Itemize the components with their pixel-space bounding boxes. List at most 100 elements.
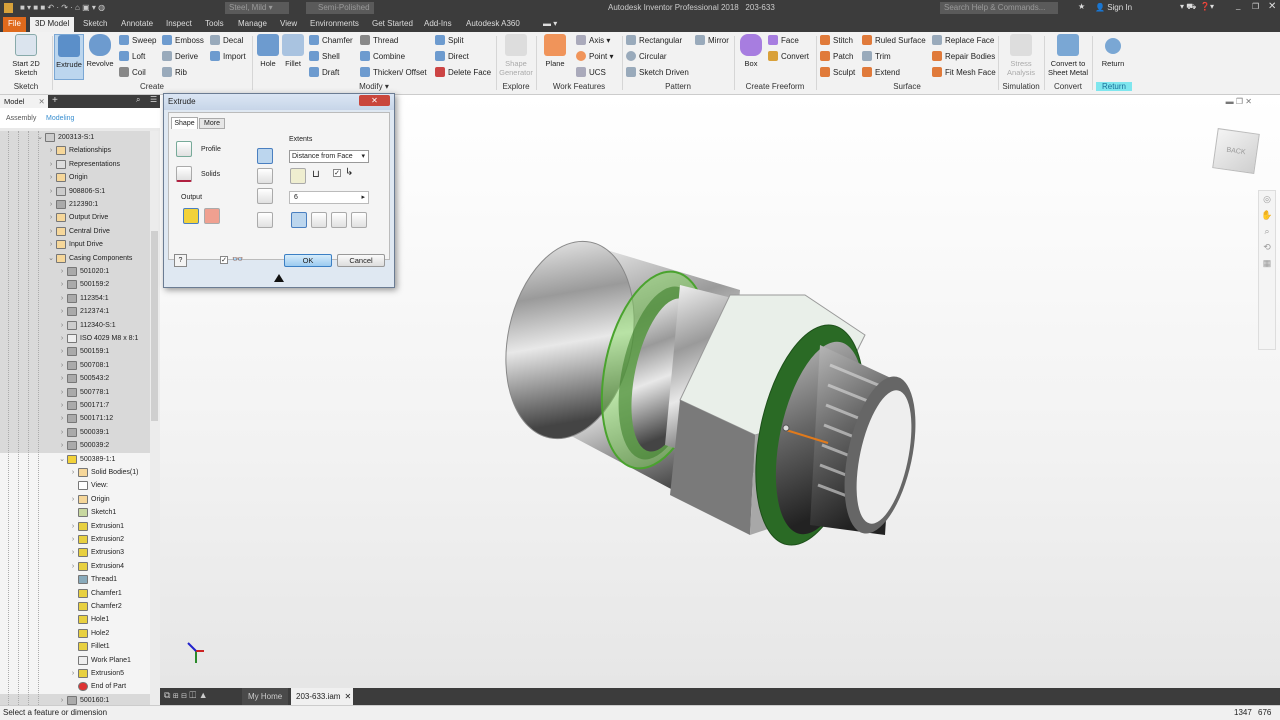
- expand-icon[interactable]: ›: [47, 171, 55, 184]
- sculpt-button[interactable]: Sculpt: [820, 67, 855, 79]
- tab-my-home[interactable]: My Home: [242, 688, 289, 705]
- sketch-driven-pattern-button[interactable]: Sketch Driven: [626, 67, 689, 79]
- hole-button[interactable]: Hole: [255, 34, 281, 68]
- orbit-icon[interactable]: ⟲: [1259, 239, 1275, 255]
- tree-item[interactable]: › 112340-S:1: [0, 318, 150, 332]
- panel-label-modify[interactable]: Modify ▾: [252, 82, 496, 91]
- expand-icon[interactable]: ›: [47, 144, 55, 157]
- coil-button[interactable]: Coil: [119, 67, 146, 79]
- draft-button[interactable]: Draft: [309, 67, 339, 79]
- expand-icon[interactable]: ›: [58, 399, 66, 412]
- tree-item[interactable]: Chamfer1: [0, 586, 150, 600]
- expand-icon[interactable]: ›: [58, 319, 66, 332]
- direction-1-button[interactable]: [291, 212, 307, 228]
- tree-item[interactable]: › Output Drive: [0, 211, 150, 225]
- tab-file[interactable]: File: [3, 17, 26, 32]
- revolve-button[interactable]: Revolve: [85, 34, 115, 68]
- expand-icon[interactable]: ›: [69, 520, 77, 533]
- dialog-close-button[interactable]: ✕: [359, 95, 390, 106]
- tree-item[interactable]: Hole2: [0, 626, 150, 641]
- solids-select-button[interactable]: [176, 166, 192, 182]
- collapse-icon[interactable]: ⌄: [58, 453, 66, 466]
- extents-select[interactable]: Distance from Face ▾: [289, 150, 369, 163]
- replace-face-button[interactable]: Replace Face: [932, 35, 994, 47]
- expand-icon[interactable]: ›: [58, 359, 66, 372]
- ok-button[interactable]: OK: [284, 254, 332, 267]
- tree-item[interactable]: › 500039:2: [0, 439, 150, 453]
- mirror-button[interactable]: Mirror: [695, 35, 729, 47]
- tree-item[interactable]: Chamfer2: [0, 600, 150, 614]
- tree-item[interactable]: End of Part: [0, 680, 150, 694]
- tab-document[interactable]: 203-633.iam ✕: [291, 688, 353, 705]
- new-solid-button[interactable]: [257, 212, 273, 228]
- expand-icon[interactable]: ›: [58, 332, 66, 345]
- appearance-select[interactable]: Semi-Polished ▾: [306, 2, 374, 24]
- add-tab-icon[interactable]: +: [52, 95, 58, 106]
- expand-icon[interactable]: ›: [58, 439, 66, 452]
- start-2d-sketch-button[interactable]: Start 2D Sketch: [4, 34, 48, 77]
- tree-item[interactable]: › 212374:1: [0, 305, 150, 319]
- distance-input[interactable]: 6 ▸: [289, 191, 369, 204]
- minimize-button[interactable]: _: [1236, 1, 1240, 10]
- tree-item[interactable]: › 500039:1: [0, 425, 150, 440]
- material-select[interactable]: Steel, Mild ▾: [225, 2, 289, 14]
- navigation-bar[interactable]: ◎ ✋ ⌕ ⟲ ▦: [1258, 190, 1276, 350]
- cut-button[interactable]: [257, 168, 273, 184]
- extend-button[interactable]: Extend: [862, 67, 900, 79]
- close-icon[interactable]: ✕: [39, 97, 45, 106]
- expand-icon[interactable]: ›: [69, 560, 77, 573]
- tab-autodesk-a360[interactable]: Autodesk A360: [461, 17, 525, 32]
- tree-item[interactable]: ⌄ Casing Components: [0, 251, 150, 265]
- tree-item[interactable]: Thread1: [0, 573, 150, 587]
- steering-wheel-icon[interactable]: ◎: [1259, 191, 1275, 207]
- tree-item[interactable]: › ISO 4029 M8 x 8:1: [0, 332, 150, 346]
- tree-item[interactable]: › 500778:1: [0, 385, 150, 399]
- cancel-button[interactable]: Cancel: [337, 254, 385, 267]
- tree-item[interactable]: ⌄ 200313-S:1: [0, 131, 150, 145]
- split-button[interactable]: Split: [435, 35, 464, 47]
- zoom-icon[interactable]: ⌕: [1259, 223, 1275, 239]
- expand-icon[interactable]: ›: [58, 305, 66, 318]
- tab-more[interactable]: More: [199, 118, 225, 129]
- fillet-button[interactable]: Fillet: [281, 34, 305, 68]
- expand-icon[interactable]: ›: [47, 158, 55, 171]
- expand-icon[interactable]: ›: [69, 667, 77, 680]
- cart-icon[interactable]: ▾ ⛟: [1180, 2, 1196, 12]
- browser-scrollbar[interactable]: [150, 131, 160, 705]
- stress-analysis-button[interactable]: Stress Analysis: [1001, 34, 1041, 77]
- tree-item[interactable]: › 112354:1: [0, 291, 150, 306]
- tree-item[interactable]: › Relationships: [0, 144, 150, 158]
- tree-item[interactable]: › Extrusion5: [0, 667, 150, 681]
- expand-icon[interactable]: ›: [47, 238, 55, 251]
- tree-item[interactable]: Hole1: [0, 613, 150, 627]
- direction-2-button[interactable]: [311, 212, 327, 228]
- convert-to-sheet-metal-button[interactable]: Convert to Sheet Metal: [1046, 34, 1090, 77]
- help-icon[interactable]: ❓▾: [1200, 2, 1214, 11]
- tree-item[interactable]: › Representations: [0, 157, 150, 172]
- tree-item[interactable]: Sketch1: [0, 506, 150, 520]
- direct-button[interactable]: Direct: [435, 51, 469, 63]
- viewcube[interactable]: BACK: [1212, 128, 1260, 174]
- expand-icon[interactable]: ›: [69, 493, 77, 506]
- expand-icon[interactable]: ›: [47, 185, 55, 198]
- tree-item[interactable]: › 500159:1: [0, 345, 150, 359]
- tree-item[interactable]: › 908806-S:1: [0, 184, 150, 198]
- emboss-button[interactable]: Emboss: [162, 35, 204, 47]
- ruled-surface-button[interactable]: Ruled Surface: [862, 35, 926, 47]
- tree-item[interactable]: › 500171:7: [0, 399, 150, 413]
- trim-button[interactable]: Trim: [862, 51, 891, 63]
- sweep-button[interactable]: Sweep: [119, 35, 156, 47]
- tree-item[interactable]: Fillet1: [0, 640, 150, 654]
- expand-icon[interactable]: ›: [69, 533, 77, 546]
- patch-button[interactable]: Patch: [820, 51, 853, 63]
- help-button[interactable]: ?: [174, 254, 187, 267]
- output-solid-button[interactable]: [183, 208, 199, 224]
- tab-model[interactable]: Model ✕: [0, 95, 48, 108]
- tab-view[interactable]: View: [275, 17, 302, 32]
- expand-icon[interactable]: ›: [47, 211, 55, 224]
- plane-button[interactable]: Plane: [540, 34, 570, 68]
- tree-item[interactable]: › 500543:2: [0, 372, 150, 386]
- tab-tools[interactable]: Tools: [200, 17, 229, 32]
- expand-icon[interactable]: ›: [58, 372, 66, 385]
- tab-manage[interactable]: Manage: [233, 17, 272, 32]
